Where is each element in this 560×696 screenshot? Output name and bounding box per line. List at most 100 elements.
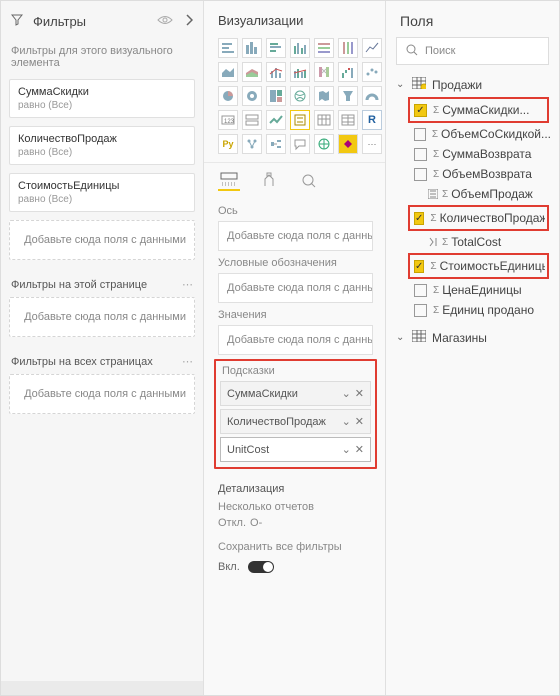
field-row[interactable]: Σ ОбъемСоСкидкой... — [392, 124, 555, 144]
viz-kpi-icon[interactable] — [266, 110, 286, 130]
visual-filter-dropzone[interactable]: Добавьте сюда поля с данными — [9, 220, 195, 260]
field-row[interactable]: Σ ОбъемВозврата — [392, 164, 555, 184]
table-name: Продажи — [432, 78, 482, 92]
axis-well[interactable]: Добавьте сюда поля с данными — [218, 221, 373, 251]
page-filter-dropzone[interactable]: Добавьте сюда поля с данными — [9, 297, 195, 337]
viz-key-influencers-icon[interactable] — [242, 134, 262, 154]
remove-icon[interactable]: ✕ — [355, 387, 364, 400]
drillthrough-label: Детализация — [218, 483, 373, 495]
filter-desc: равно (Все) — [18, 147, 186, 158]
viz-donut-icon[interactable] — [242, 86, 262, 106]
svg-text:123: 123 — [224, 119, 235, 125]
filter-card[interactable]: КоличествоПродаж равно (Все) — [9, 126, 195, 165]
viz-stacked-area-icon[interactable] — [242, 62, 262, 82]
viz-multirow-card-icon[interactable] — [242, 110, 262, 130]
viz-pie-icon[interactable] — [218, 86, 238, 106]
fields-pane: Поля ⌄ Продажи ✓ Σ СуммаСкидки... — [386, 1, 559, 695]
tab-analytics-icon[interactable] — [298, 169, 320, 191]
viz-arcgis-icon[interactable] — [314, 134, 334, 154]
visibility-icon[interactable] — [157, 14, 173, 28]
field-checkbox[interactable] — [414, 168, 427, 181]
filter-card[interactable]: СтоимостьЕдиницы равно (Все) — [9, 173, 195, 212]
values-well[interactable]: Добавьте сюда поля с данными — [218, 325, 373, 355]
field-row[interactable]: ✓ Σ КоличествоПродаж — [414, 208, 545, 228]
more-icon[interactable]: ⋯ — [182, 355, 193, 368]
search-input[interactable] — [425, 45, 559, 57]
filter-card[interactable]: СуммаСкидки равно (Все) — [9, 79, 195, 118]
viz-qa-icon[interactable] — [290, 134, 310, 154]
viz-more-icon[interactable]: ⋯ — [362, 134, 382, 154]
measure-icon — [428, 237, 438, 247]
field-row[interactable]: Σ СуммаВозврата — [392, 144, 555, 164]
chevron-down-icon[interactable]: ⌄ — [342, 415, 351, 428]
viz-ribbon-icon[interactable] — [314, 62, 334, 82]
field-checkbox[interactable] — [414, 148, 427, 161]
tab-format-icon[interactable] — [258, 169, 280, 191]
tab-fields-icon[interactable] — [218, 169, 240, 191]
viz-python-visual-icon[interactable]: Py — [218, 134, 238, 154]
viz-combo-cluster-line-icon[interactable] — [290, 62, 310, 82]
field-checkbox[interactable] — [414, 128, 426, 141]
remove-icon[interactable]: ✕ — [355, 443, 364, 456]
viz-matrix-icon[interactable] — [338, 110, 358, 130]
viz-combo-column-line-icon[interactable] — [266, 62, 286, 82]
visualizations-pane: Визуализации 123 — [204, 1, 386, 695]
viz-100-stacked-column-icon[interactable] — [338, 38, 358, 58]
filter-name: СуммаСкидки — [18, 86, 186, 98]
remove-icon[interactable]: ✕ — [355, 415, 364, 428]
collapse-filters-chevron[interactable] — [185, 13, 193, 29]
field-checkbox[interactable]: ✓ — [414, 212, 424, 225]
field-row[interactable]: Σ ОбъемПродаж — [392, 184, 555, 204]
well-placeholder: Добавьте сюда поля с данными — [227, 282, 373, 294]
field-row[interactable]: Σ Единиц продано — [392, 300, 555, 320]
viz-100-stacked-bar-icon[interactable] — [314, 38, 334, 58]
viz-slicer-icon[interactable] — [290, 110, 310, 130]
viz-line-icon[interactable] — [362, 38, 382, 58]
field-label: TotalCost — [451, 235, 501, 249]
viz-card-icon[interactable]: 123 — [218, 110, 238, 130]
viz-gauge-icon[interactable] — [362, 86, 382, 106]
chevron-down-icon[interactable]: ⌄ — [342, 443, 351, 456]
viz-clustered-bar-icon[interactable] — [266, 38, 286, 58]
table-node[interactable]: ⌄ Продажи — [392, 73, 555, 96]
field-checkbox[interactable]: ✓ — [414, 104, 427, 117]
tooltip-chip[interactable]: КоличествоПродаж ⌄✕ — [220, 409, 371, 434]
viz-stacked-bar-icon[interactable] — [218, 38, 238, 58]
viz-filled-map-icon[interactable] — [314, 86, 334, 106]
viz-waterfall-icon[interactable] — [338, 62, 358, 82]
viz-area-icon[interactable] — [218, 62, 238, 82]
fields-search[interactable] — [396, 37, 549, 65]
tooltip-chip[interactable]: СуммаСкидки ⌄✕ — [220, 381, 371, 406]
viz-clustered-column-icon[interactable] — [290, 38, 310, 58]
viz-funnel-icon[interactable] — [338, 86, 358, 106]
all-filter-dropzone[interactable]: Добавьте сюда поля с данными — [9, 374, 195, 414]
field-row[interactable]: Σ TotalCost — [392, 232, 555, 252]
viz-scatter-icon[interactable] — [362, 62, 382, 82]
viz-table-icon[interactable] — [314, 110, 334, 130]
viz-map-icon[interactable] — [290, 86, 310, 106]
tooltips-well[interactable]: СуммаСкидки ⌄✕ КоличествоПродаж ⌄✕ UnitC… — [218, 381, 373, 462]
table-node[interactable]: ⌄ Магазины — [392, 326, 555, 349]
field-checkbox[interactable] — [414, 304, 427, 317]
viz-r-visual-icon[interactable]: R — [362, 110, 382, 130]
expand-icon[interactable]: ⌄ — [396, 79, 406, 90]
keep-filters-toggle[interactable] — [248, 561, 274, 573]
viz-powerapps-icon[interactable] — [338, 134, 358, 154]
more-icon[interactable]: ⋯ — [182, 278, 193, 291]
field-row[interactable]: ✓ Σ СтоимостьЕдиницы — [414, 256, 545, 276]
viz-stacked-column-icon[interactable] — [242, 38, 262, 58]
expand-icon[interactable]: ⌄ — [396, 332, 406, 343]
viz-tabs — [204, 162, 385, 195]
field-checkbox[interactable] — [414, 284, 427, 297]
field-checkbox[interactable]: ✓ — [414, 260, 424, 273]
field-row[interactable]: ✓ Σ СуммаСкидки... — [414, 100, 545, 120]
tooltip-chip[interactable]: UnitCost ⌄✕ — [220, 437, 371, 462]
table-icon — [412, 77, 426, 92]
chevron-down-icon[interactable]: ⌄ — [342, 387, 351, 400]
field-row[interactable]: Σ ЦенаЕдиницы — [392, 280, 555, 300]
legend-well[interactable]: Добавьте сюда поля с данными — [218, 273, 373, 303]
field-label: СтоимостьЕдиницы — [440, 259, 545, 273]
well-placeholder: Добавьте сюда поля с данными — [227, 334, 373, 346]
viz-decomp-tree-icon[interactable] — [266, 134, 286, 154]
viz-treemap-icon[interactable] — [266, 86, 286, 106]
